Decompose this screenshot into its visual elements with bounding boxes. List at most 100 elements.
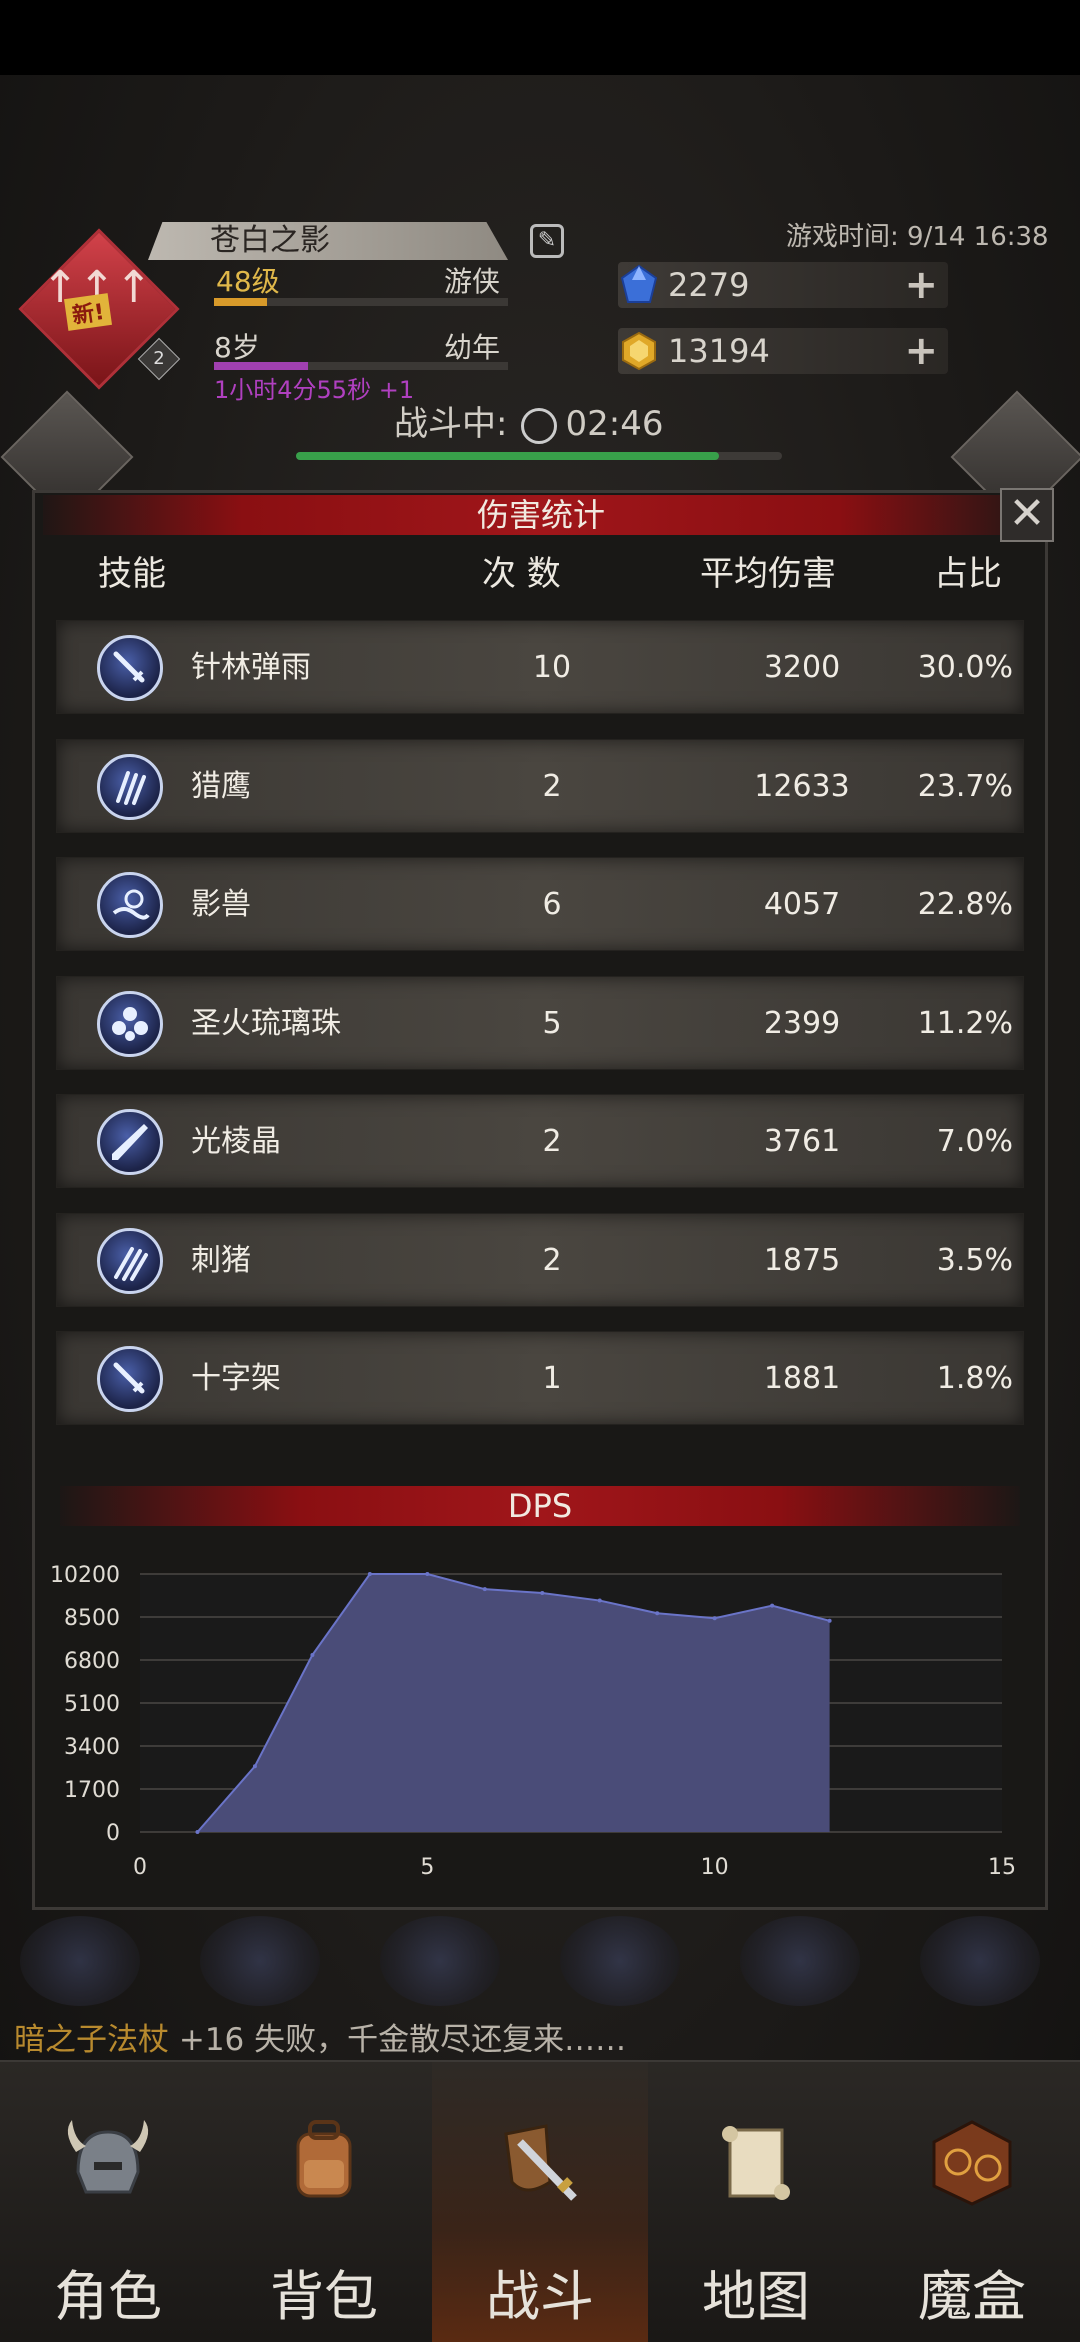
- skill-share: 3.5%: [936, 1242, 1013, 1278]
- skill-share: 7.0%: [936, 1124, 1013, 1159]
- col-share: 占比: [934, 554, 1002, 594]
- log-message: 暗之子法杖 +16 失败，千金散尽还复来……: [14, 2014, 626, 2059]
- skill-count: 10: [532, 650, 572, 685]
- skill-share: 30.0%: [917, 650, 1013, 685]
- skill-row[interactable]: 针林弹雨 10 3200 30.0%: [56, 620, 1024, 714]
- y-tick-label: 1700: [64, 1778, 120, 1803]
- battle-status: 战斗中: 02:46: [394, 396, 663, 445]
- nav-item-sword-shield[interactable]: 战斗: [432, 2062, 648, 2342]
- col-avg-damage: 平均伤害: [700, 554, 836, 594]
- beast-icon: [97, 872, 163, 938]
- nav-label: 角色: [54, 2265, 162, 2328]
- skill-count: 2: [542, 1242, 562, 1278]
- skill-name: 圣火琉璃珠: [191, 1005, 341, 1041]
- skill-row[interactable]: 猎鹰 2 12633 23.7%: [56, 738, 1024, 833]
- col-skill: 技能: [98, 554, 166, 594]
- dps-point: [770, 1603, 775, 1608]
- backpack-icon: [274, 2112, 374, 2212]
- x-tick-label: 0: [133, 1855, 147, 1880]
- skill-row[interactable]: 圣火琉璃珠 5 2399 11.2%: [56, 975, 1024, 1070]
- gold-count: 13194: [668, 332, 770, 370]
- dps-chart: 10200 8500 6800 5100 3400 1700 00 5 10 15: [50, 1563, 1016, 1880]
- game-time: 游戏时间: 9/14 16:38: [786, 222, 1049, 252]
- skill-name: 光棱晶: [191, 1124, 281, 1159]
- dagger-icon: [97, 635, 163, 701]
- age-bar: [214, 362, 508, 370]
- nav-item-helmet[interactable]: 角色: [0, 2062, 216, 2342]
- claw-icon: [97, 753, 163, 820]
- skill-row[interactable]: 影兽 6 4057 22.8%: [56, 857, 1024, 951]
- add-gems-button[interactable]: +: [904, 262, 938, 308]
- close-button[interactable]: ✕: [1000, 488, 1054, 542]
- edit-icon[interactable]: ✎: [530, 224, 564, 258]
- class-label: 游侠: [444, 265, 501, 298]
- rank-badge[interactable]: ↑↑↑ 新! 2: [18, 228, 181, 390]
- dps-point: [425, 1572, 430, 1576]
- dps-point: [195, 1830, 200, 1834]
- log-item-name: 暗之子法杖: [14, 2022, 169, 2058]
- nav-item-backpack[interactable]: 背包: [216, 2062, 432, 2342]
- nav-label: 魔盒: [918, 2265, 1026, 2328]
- skill-row[interactable]: 十字架 1 1881 1.8%: [56, 1331, 1024, 1425]
- skill-name: 十字架: [191, 1361, 281, 1396]
- skill-count: 1: [542, 1361, 562, 1396]
- dps-point: [827, 1618, 832, 1623]
- bg-skill-slot: [920, 1916, 1040, 2006]
- y-tick-label: 10200: [50, 1563, 120, 1588]
- skill-share: 11.2%: [917, 1005, 1013, 1041]
- timer-label: 1小时4分55秒 +1: [214, 376, 415, 404]
- skill-share: 1.8%: [936, 1361, 1013, 1396]
- y-tick-label: 6800: [64, 1649, 120, 1674]
- status-bar: [0, 0, 1080, 75]
- y-tick-label: 8500: [64, 1606, 120, 1631]
- bottom-nav: 角色 背包 战斗 地图 魔盒: [0, 2060, 1080, 2342]
- dps-point: [712, 1616, 717, 1621]
- bg-skill-slot: [20, 1916, 140, 2006]
- dps-point: [367, 1572, 372, 1576]
- battle-label: 战斗中:: [394, 404, 508, 444]
- y-tick-label: 5100: [64, 1692, 120, 1717]
- nav-item-scroll-map[interactable]: 地图: [648, 2062, 864, 2342]
- skill-row[interactable]: 光棱晶 2 3761 7.0%: [56, 1094, 1024, 1188]
- skill-count: 2: [542, 768, 562, 804]
- character-name-banner: 苍白之影: [148, 222, 508, 260]
- bg-skill-slot: [200, 1916, 320, 2006]
- sword-shield-icon: [490, 2112, 590, 2212]
- gem-count: 2279: [668, 266, 750, 304]
- skill-share: 22.8%: [917, 887, 1013, 922]
- character-name: 苍白之影: [210, 223, 330, 258]
- skill-count: 5: [542, 1005, 562, 1041]
- log-text: +16 失败，千金散尽还复来……: [169, 2022, 627, 2058]
- skill-share: 23.7%: [917, 768, 1013, 804]
- battle-timer: 02:46: [565, 404, 664, 444]
- gold-gem-icon: [622, 331, 656, 371]
- skill-name: 影兽: [191, 887, 251, 922]
- skill-row[interactable]: 刺猪 2 1875 3.5%: [56, 1212, 1024, 1307]
- bg-skill-slot: [740, 1916, 860, 2006]
- spikes-icon: [97, 1227, 163, 1294]
- nav-item-magic-box[interactable]: 魔盒: [864, 2062, 1080, 2342]
- exp-bar: [214, 298, 508, 306]
- x-tick-label: 10: [701, 1855, 729, 1880]
- battle-progress-bar: [296, 452, 782, 460]
- nav-label: 背包: [270, 2265, 378, 2328]
- nav-label: 战斗: [486, 2265, 594, 2328]
- dps-point: [597, 1598, 602, 1603]
- age-label: 8岁: [214, 331, 260, 364]
- skill-avg-damage: 12633: [754, 768, 850, 804]
- skill-avg-damage: 1875: [763, 1242, 841, 1278]
- dagger-icon: [97, 1346, 163, 1412]
- skill-name: 猎鹰: [191, 768, 251, 804]
- skill-avg-damage: 2399: [763, 1005, 841, 1041]
- dps-title: DPS: [60, 1486, 1020, 1526]
- magic-box-icon: [922, 2112, 1022, 2212]
- skill-name: 针林弹雨: [191, 650, 311, 685]
- y-tick-label: 3400: [64, 1735, 120, 1760]
- col-count: 次 数: [482, 554, 561, 594]
- skill-avg-damage: 1881: [763, 1361, 841, 1396]
- add-gold-button[interactable]: +: [904, 328, 938, 374]
- dps-point: [310, 1652, 315, 1657]
- skill-avg-damage: 4057: [763, 887, 841, 922]
- level-label: 48级: [216, 265, 280, 298]
- dps-point: [252, 1764, 257, 1769]
